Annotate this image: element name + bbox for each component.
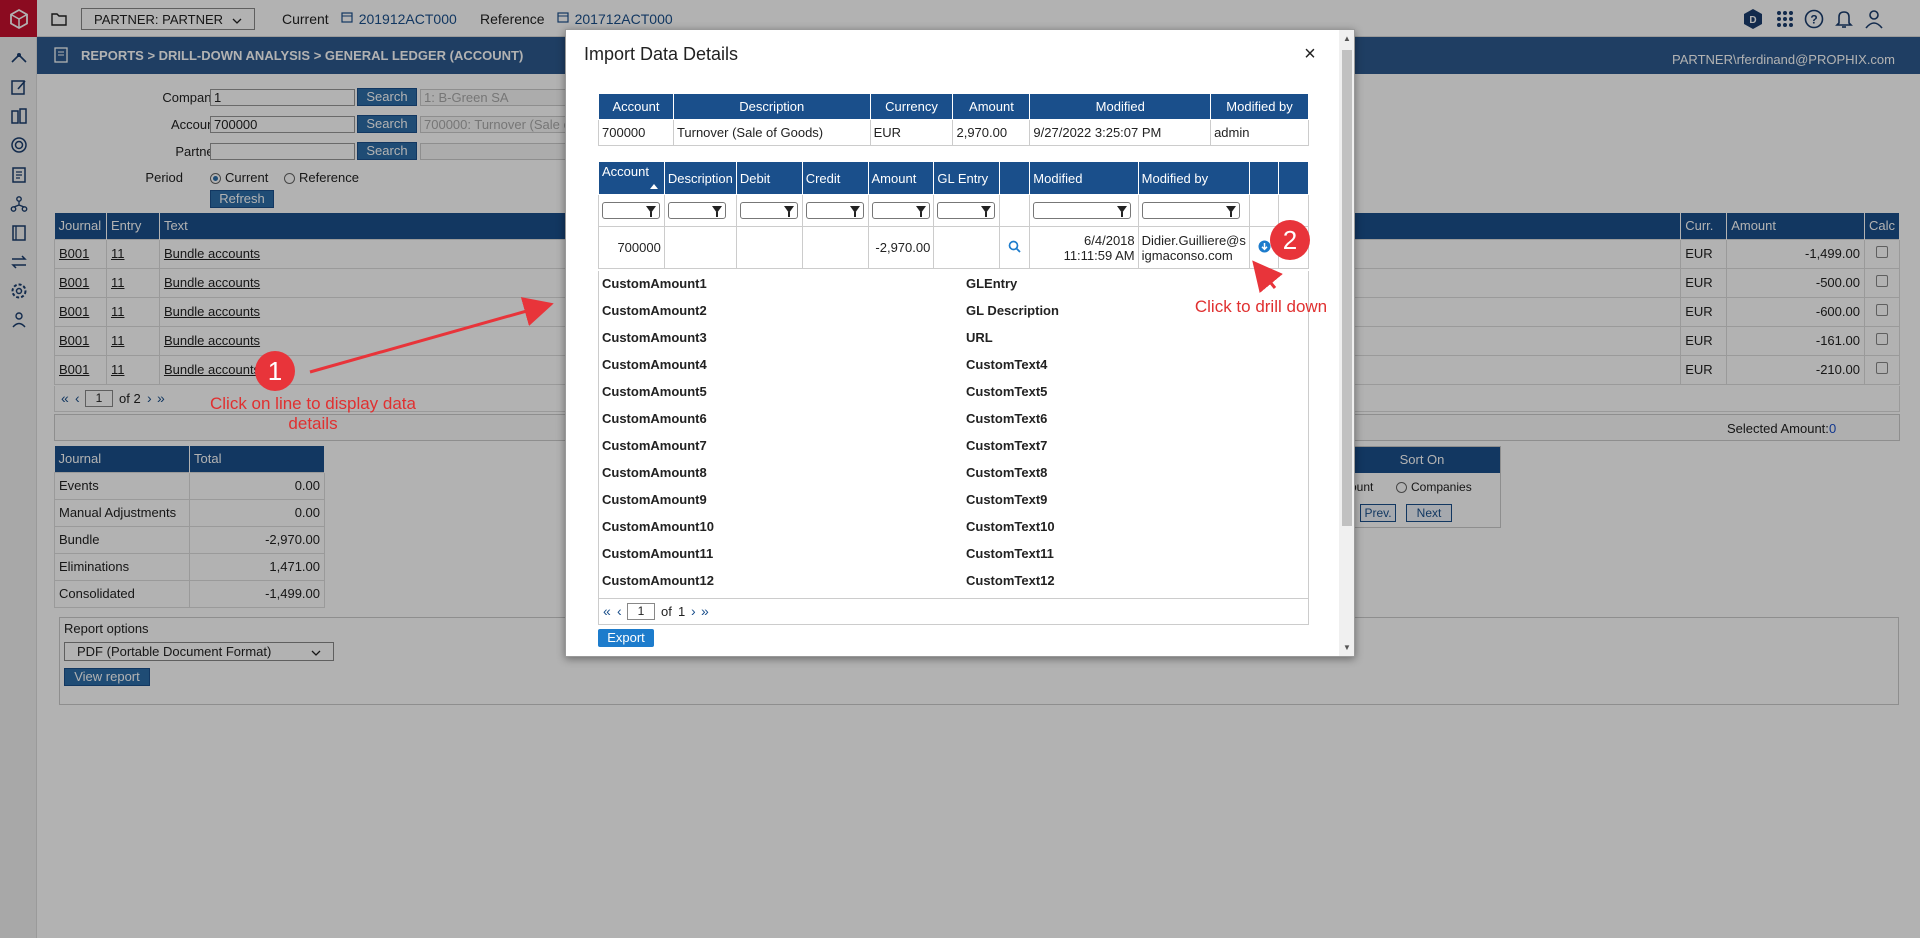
arrow-to-modal [309, 297, 554, 374]
annotation-badge-2: 2 [1270, 220, 1310, 260]
annotation-text-1: Click on line to display data details [168, 394, 458, 434]
annotation-badge-1: 1 [255, 351, 295, 391]
annotation-arrows [309, 260, 1283, 374]
arrow-to-drill-down [1252, 260, 1283, 294]
annotation-text-1-line1: Click on line to display data [209, 394, 416, 413]
annotation-text-2: Click to drill down [1194, 297, 1328, 316]
annotation-text-1-line2: details [288, 414, 338, 433]
